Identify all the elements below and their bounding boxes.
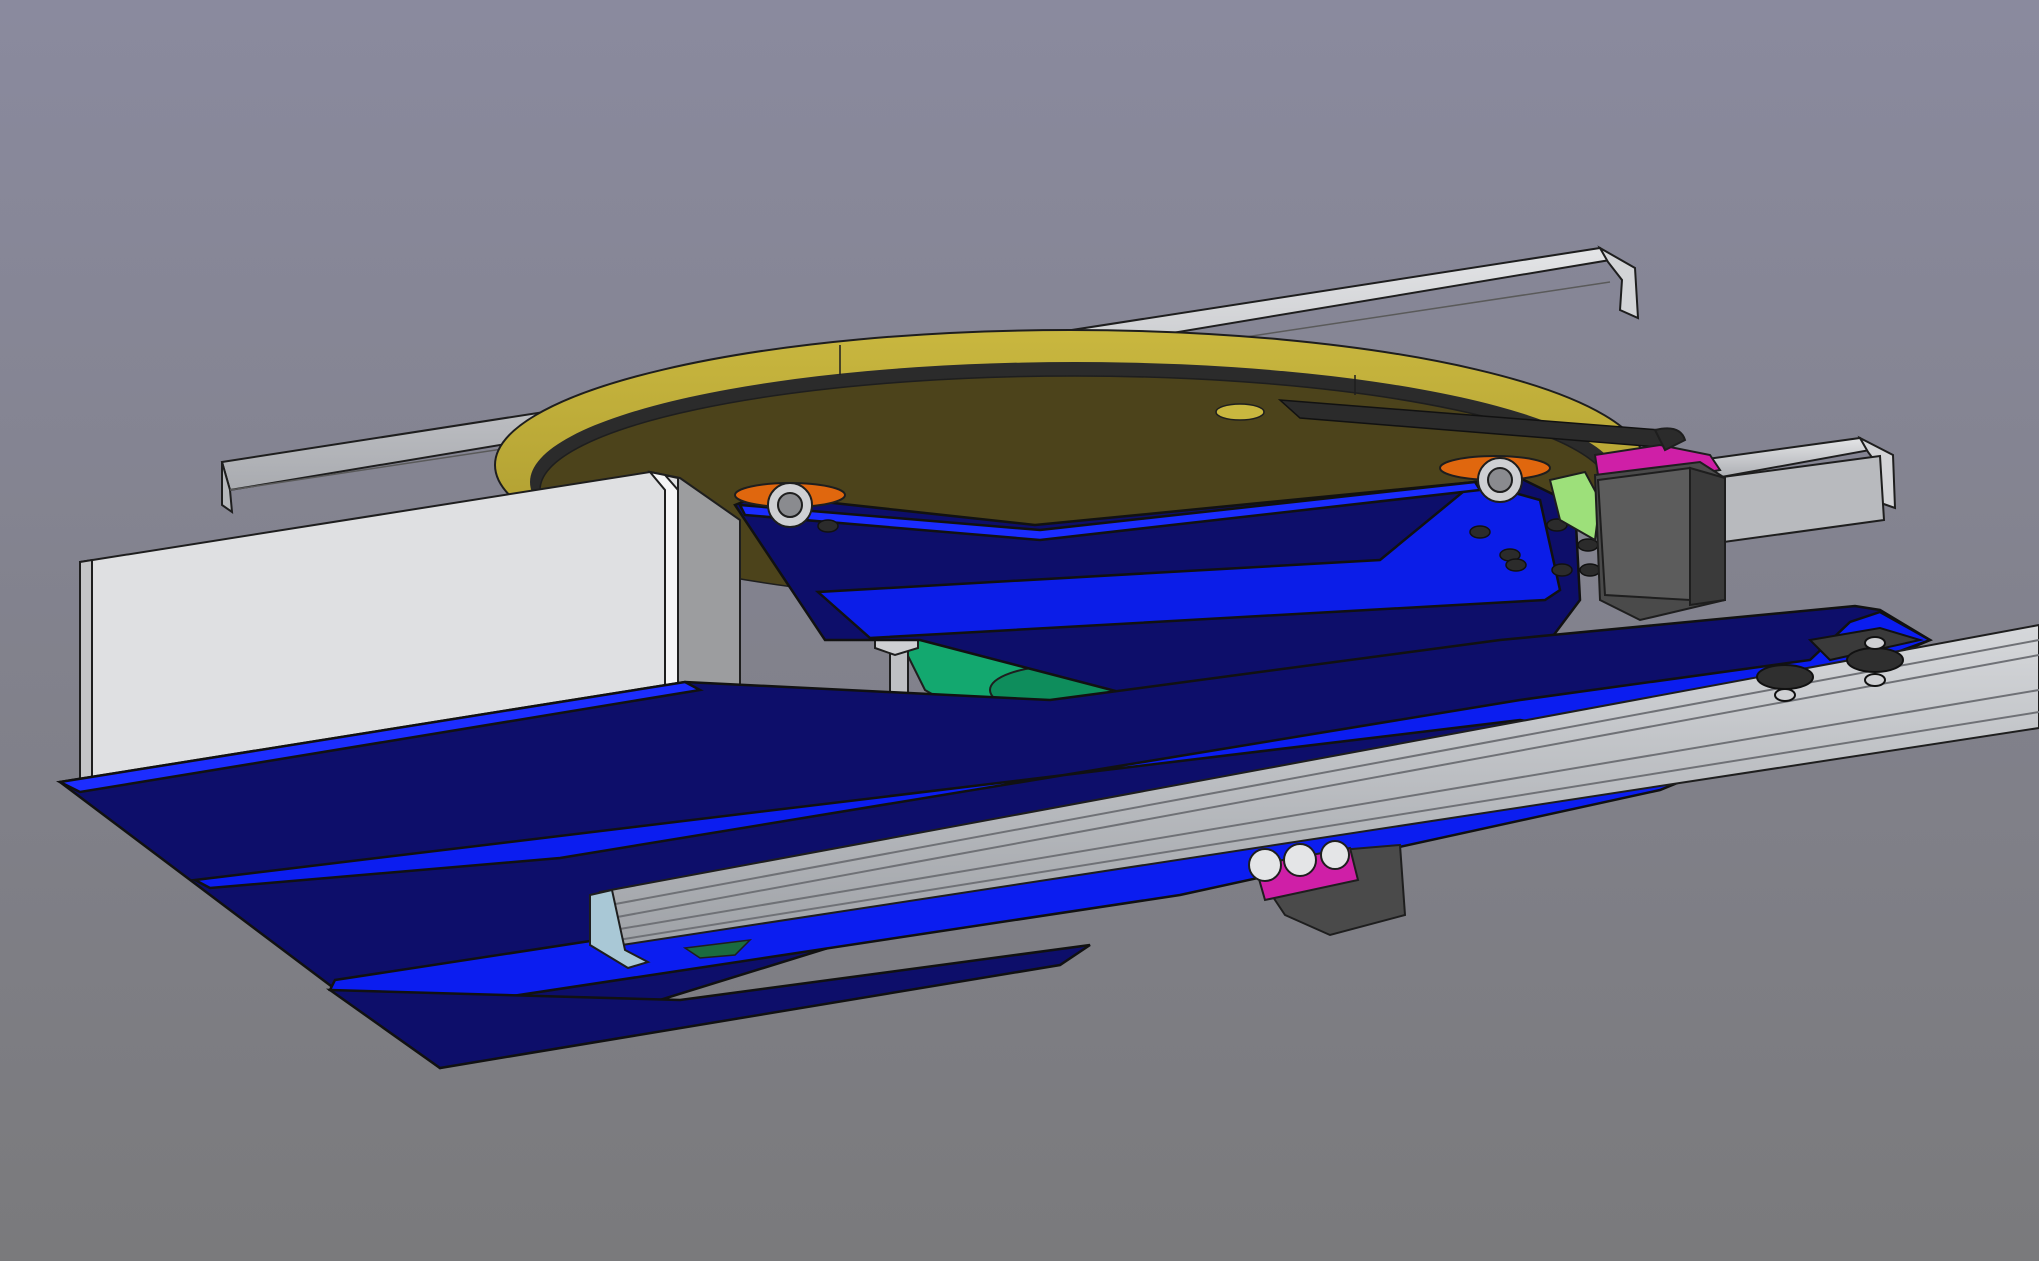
stepper-motor[interactable] [1593,427,1726,622]
idler-wheel-left[interactable] [1756,664,1814,690]
turntable-hole [1215,403,1265,421]
cad-3d-viewport[interactable] [0,0,2039,1261]
idler-wheel-right[interactable] [1846,647,1904,673]
model-canvas[interactable] [0,0,2039,1261]
